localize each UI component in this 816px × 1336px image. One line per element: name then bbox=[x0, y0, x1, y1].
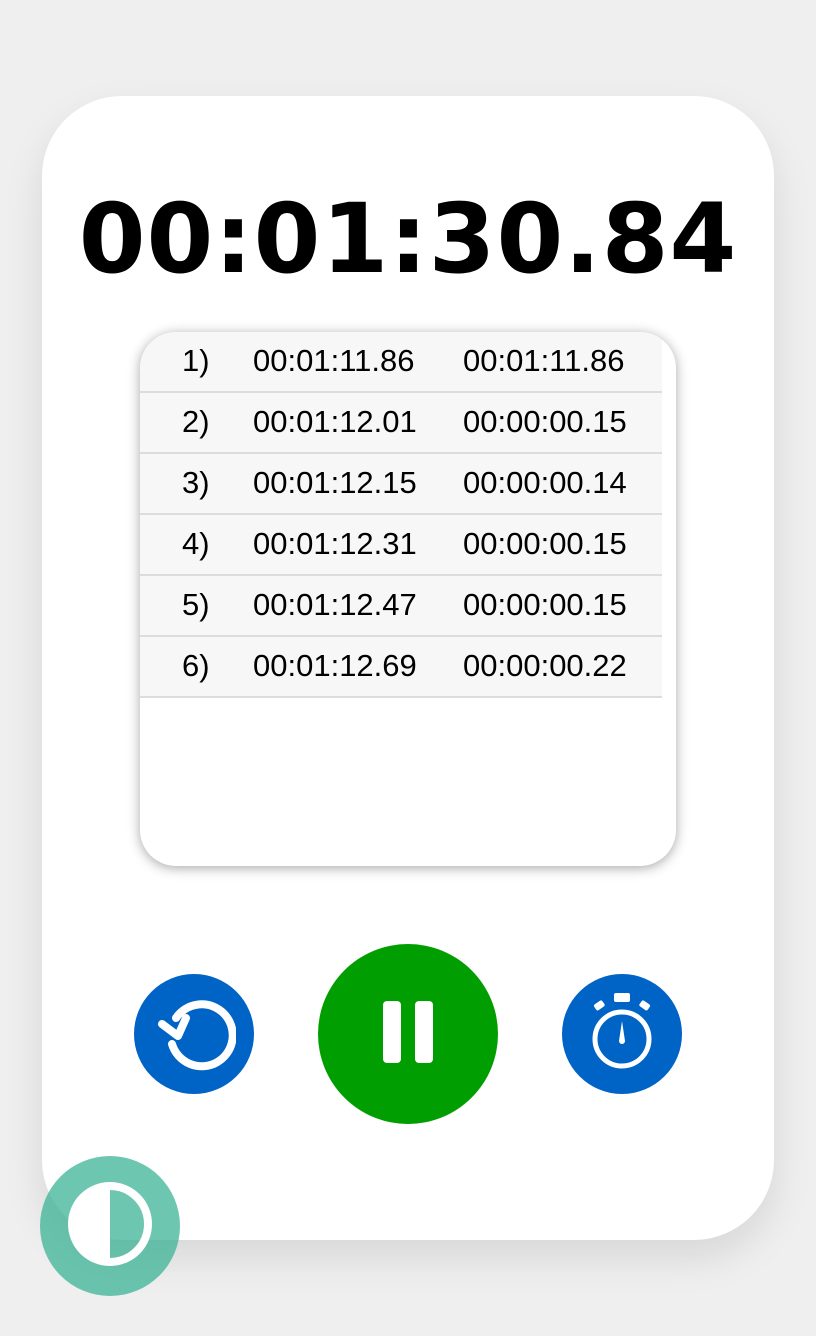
lap-row: 2) 00:01:12.01 00:00:00.15 bbox=[140, 393, 662, 454]
reset-button[interactable] bbox=[134, 974, 254, 1094]
lap-split-time: 00:01:11.86 bbox=[463, 343, 625, 378]
elapsed-time-display: 00:01:30.84 bbox=[78, 183, 738, 295]
lap-number: 2) bbox=[182, 404, 210, 439]
lap-list: 1) 00:01:11.86 00:01:11.86 2) 00:01:12.0… bbox=[140, 332, 662, 698]
theme-toggle-button[interactable] bbox=[40, 1156, 180, 1296]
lap-split-time: 00:00:00.15 bbox=[463, 526, 627, 561]
lap-total-time: 00:01:12.47 bbox=[253, 587, 417, 622]
lap-total-time: 00:01:11.86 bbox=[253, 343, 415, 378]
stopwatch-card: 00:01:30.84 1) 00:01:11.86 00:01:11.86 2… bbox=[42, 96, 774, 1240]
pause-button[interactable] bbox=[318, 944, 498, 1124]
lap-row: 1) 00:01:11.86 00:01:11.86 bbox=[140, 332, 662, 393]
lap-number: 1) bbox=[182, 343, 210, 378]
lap-row: 5) 00:01:12.47 00:00:00.15 bbox=[140, 576, 662, 637]
lap-split-time: 00:00:00.14 bbox=[463, 465, 627, 500]
lap-button[interactable] bbox=[562, 974, 682, 1094]
lap-number: 3) bbox=[182, 465, 210, 500]
lap-total-time: 00:01:12.15 bbox=[253, 465, 417, 500]
lap-row: 4) 00:01:12.31 00:00:00.15 bbox=[140, 515, 662, 576]
lap-split-time: 00:00:00.15 bbox=[463, 587, 627, 622]
stopwatch-icon bbox=[584, 991, 660, 1078]
lap-number: 6) bbox=[182, 648, 210, 683]
lap-total-time: 00:01:12.01 bbox=[253, 404, 417, 439]
lap-row: 3) 00:01:12.15 00:00:00.14 bbox=[140, 454, 662, 515]
lap-number: 4) bbox=[182, 526, 210, 561]
lap-list-panel[interactable]: 1) 00:01:11.86 00:01:11.86 2) 00:01:12.0… bbox=[140, 332, 676, 866]
contrast-icon bbox=[64, 1178, 156, 1275]
lap-number: 5) bbox=[182, 587, 210, 622]
lap-row: 6) 00:01:12.69 00:00:00.22 bbox=[140, 637, 662, 698]
pause-icon bbox=[383, 1000, 433, 1068]
lap-split-time: 00:00:00.15 bbox=[463, 404, 627, 439]
lap-split-time: 00:00:00.22 bbox=[463, 648, 627, 683]
reset-icon bbox=[152, 990, 237, 1079]
lap-total-time: 00:01:12.31 bbox=[253, 526, 417, 561]
lap-total-time: 00:01:12.69 bbox=[253, 648, 417, 683]
